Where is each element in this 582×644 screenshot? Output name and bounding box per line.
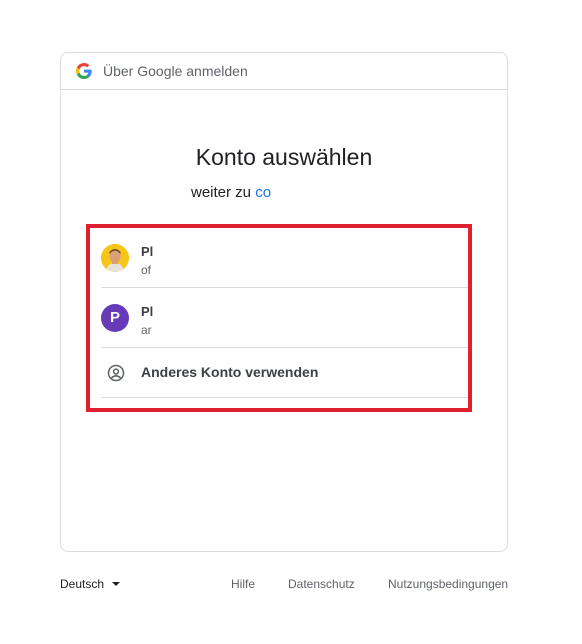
avatar-letter: P xyxy=(101,304,129,332)
use-another-account-label: Anderes Konto verwenden xyxy=(141,364,319,380)
account-name: Pl xyxy=(141,244,154,259)
google-g-icon xyxy=(76,63,92,79)
account-name: Pl xyxy=(141,304,154,319)
avatar-photo xyxy=(101,244,129,272)
app-link[interactable]: co xyxy=(255,184,271,201)
subtitle-prefix: weiter zu xyxy=(191,184,256,201)
help-link[interactable]: Hilfe xyxy=(231,577,255,591)
page-title: Konto auswählen xyxy=(195,144,373,170)
footer: Deutsch Hilfe Datenschutz Nutzungsbeding… xyxy=(60,577,508,593)
account-email: ar xyxy=(141,323,152,337)
signin-card: Über Google anmelden Konto auswählen wei… xyxy=(60,52,508,552)
account-item-1[interactable]: Pl of xyxy=(101,228,469,288)
subtitle: weiter zu co xyxy=(191,183,271,203)
account-list: Pl of P Pl ar Anderes Konto verwenden xyxy=(101,228,469,398)
account-circle-icon xyxy=(107,364,125,382)
account-item-2[interactable]: P Pl ar xyxy=(101,288,469,348)
terms-link[interactable]: Nutzungsbedingungen xyxy=(388,577,508,591)
language-label: Deutsch xyxy=(60,577,105,591)
use-another-account-button[interactable]: Anderes Konto verwenden xyxy=(101,348,469,398)
header-title: Über Google anmelden xyxy=(103,63,248,79)
caret-down-icon xyxy=(112,582,121,586)
language-selector[interactable]: Deutsch xyxy=(60,577,121,591)
account-email: of xyxy=(141,263,152,277)
person-photo-icon xyxy=(101,244,129,272)
privacy-link[interactable]: Datenschutz xyxy=(288,577,355,591)
card-header: Über Google anmelden xyxy=(61,53,507,90)
